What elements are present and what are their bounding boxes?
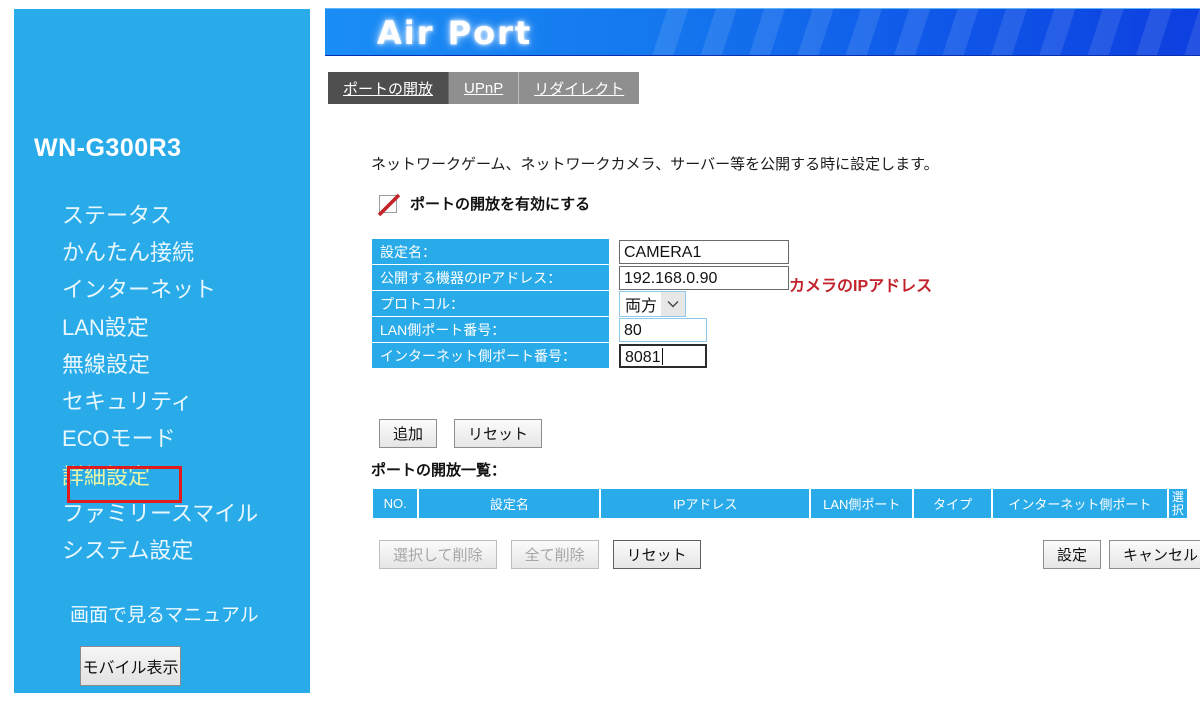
form-row-3: LAN側ポート番号： 80: [371, 316, 790, 343]
list-header-2: IPアドレス: [601, 489, 810, 518]
list-action-1: 全て削除: [510, 540, 599, 569]
form-label-2: プロトコル：: [371, 290, 610, 317]
form-value-cell-3: 80: [610, 317, 790, 343]
list-submit-1[interactable]: キャンセル: [1109, 540, 1200, 569]
enable-port-forward-label: ポートの開放を有効にする: [410, 196, 591, 213]
form-input-value-3: 80: [624, 321, 642, 339]
port-forward-list-title: ポートの開放一覧：: [371, 462, 507, 479]
list-action-0: 選択して削除: [379, 540, 497, 569]
list-header-4: タイプ: [914, 489, 992, 518]
banner-stripes-decoration: [640, 9, 1200, 55]
form-action-buttons: 追加 リセット: [379, 419, 543, 448]
form-value-cell-4: 8081: [610, 343, 790, 369]
port-forward-form: 設定名： CAMERA1 公開する機器のIPアドレス： 192.168.0.90 プロト…: [371, 238, 790, 369]
list-submit-0[interactable]: 設定: [1043, 540, 1102, 569]
sidebar-item-2[interactable]: インターネット: [14, 271, 310, 308]
form-label-1: 公開する機器のIPアドレス：: [371, 264, 610, 291]
sidebar-item-0[interactable]: ステータス: [14, 197, 310, 234]
table-header-row: NO. 設定名 IPアドレス LAN側ポート タイプ インターネット側ポート選択: [373, 489, 1187, 518]
chevron-down-icon: [661, 291, 686, 316]
form-row-2: プロトコル： 両方: [371, 290, 790, 317]
tab-bar: ポートの開放 UPnP リダイレクト: [328, 72, 640, 104]
sidebar-item-8[interactable]: ファミリースマイル: [14, 495, 310, 532]
tab-2[interactable]: リダイレクト: [519, 72, 639, 104]
list-action-buttons-right: 設定 キャンセル: [1043, 540, 1200, 569]
form-value-cell-1: 192.168.0.90: [610, 265, 790, 291]
sidebar-item-1[interactable]: かんたん接続: [14, 234, 310, 271]
protocol-select-value: 両方: [625, 297, 658, 315]
sidebar-item-7[interactable]: 詳細設定: [14, 458, 310, 495]
device-model-title: WN-G300R3: [34, 134, 182, 162]
router-admin-page: WN-G300R3 ステータス かんたん接続 インターネット LAN設定 無線設定 セキュ…: [0, 0, 1200, 702]
enable-port-forward-row: ポートの開放を有効にする: [377, 193, 591, 216]
tab-1[interactable]: UPnP: [449, 72, 520, 104]
list-header-1: 設定名: [419, 489, 600, 518]
form-input-4[interactable]: 8081: [619, 343, 707, 368]
sidebar-item-5[interactable]: セキュリティ: [14, 383, 310, 420]
list-header-select-char: 選: [1171, 489, 1184, 504]
form-value-cell-2: 両方: [610, 290, 790, 317]
sidebar-item-6[interactable]: ECOモード: [14, 420, 310, 457]
list-header-3: LAN側ポート: [811, 489, 913, 518]
form-value-cell-0: CAMERA1: [610, 239, 790, 265]
form-row-0: 設定名： CAMERA1: [371, 238, 790, 265]
form-row-1: 公開する機器のIPアドレス： 192.168.0.90: [371, 264, 790, 291]
list-action-buttons-left: 選択して削除 全て削除 リセット: [379, 540, 701, 569]
ip-address-annotation: カメラのIPアドレス: [789, 278, 933, 295]
form-label-0: 設定名：: [371, 238, 610, 265]
form-action-1[interactable]: リセット: [454, 419, 543, 448]
mobile-view-button[interactable]: モバイル表示: [80, 646, 181, 686]
enable-port-forward-checkbox[interactable]: [377, 193, 401, 216]
list-header-5: インターネット側ポート: [993, 489, 1167, 518]
sidebar-item-3[interactable]: LAN設定: [14, 309, 310, 346]
form-label-3: LAN側ポート番号：: [371, 316, 610, 343]
form-input-1[interactable]: 192.168.0.90: [619, 265, 789, 290]
sidebar: WN-G300R3 ステータス かんたん接続 インターネット LAN設定 無線設定 セキュ…: [14, 9, 310, 693]
list-header-0: NO.: [373, 489, 418, 518]
form-input-value-1: 192.168.0.90: [624, 269, 718, 287]
list-action-2[interactable]: リセット: [612, 540, 701, 569]
sidebar-item-4[interactable]: 無線設定: [14, 346, 310, 383]
sidebar-manual-link[interactable]: 画面で見るマニュアル: [70, 600, 259, 627]
tab-0[interactable]: ポートの開放: [328, 72, 450, 104]
airport-logo: Air Port: [377, 14, 533, 52]
page-description: ネットワークゲーム、ネットワークカメラ、サーバー等を公開する時に設定します。: [371, 156, 939, 173]
port-forward-form-body: 設定名： CAMERA1 公開する機器のIPアドレス： 192.168.0.90 プロト…: [371, 238, 790, 369]
port-forward-list-table: NO. 設定名 IPアドレス LAN側ポート タイプ インターネット側ポート選択: [371, 489, 1189, 518]
form-input-3[interactable]: 80: [619, 317, 707, 342]
red-slash-annotation-icon: [377, 193, 401, 216]
form-input-0[interactable]: CAMERA1: [619, 239, 789, 264]
form-input-value-0: CAMERA1: [624, 243, 702, 261]
list-header-select: 選択: [1168, 489, 1187, 518]
form-label-4: インターネット側ポート番号：: [371, 342, 610, 369]
sidebar-item-9[interactable]: システム設定: [14, 532, 310, 569]
form-input-value-4: 8081: [625, 348, 661, 366]
sidebar-nav: ステータス かんたん接続 インターネット LAN設定 無線設定 セキュリティ ECOモード詳…: [14, 197, 310, 569]
form-action-0[interactable]: 追加: [379, 419, 438, 448]
list-header-select-char: 択: [1171, 502, 1184, 517]
form-row-4: インターネット側ポート番号： 8081: [371, 342, 790, 369]
text-caret: [661, 347, 663, 365]
header-banner: Air Port: [325, 8, 1200, 56]
protocol-select[interactable]: 両方: [619, 290, 687, 317]
port-forward-list-head: NO. 設定名 IPアドレス LAN側ポート タイプ インターネット側ポート選択: [373, 489, 1187, 518]
